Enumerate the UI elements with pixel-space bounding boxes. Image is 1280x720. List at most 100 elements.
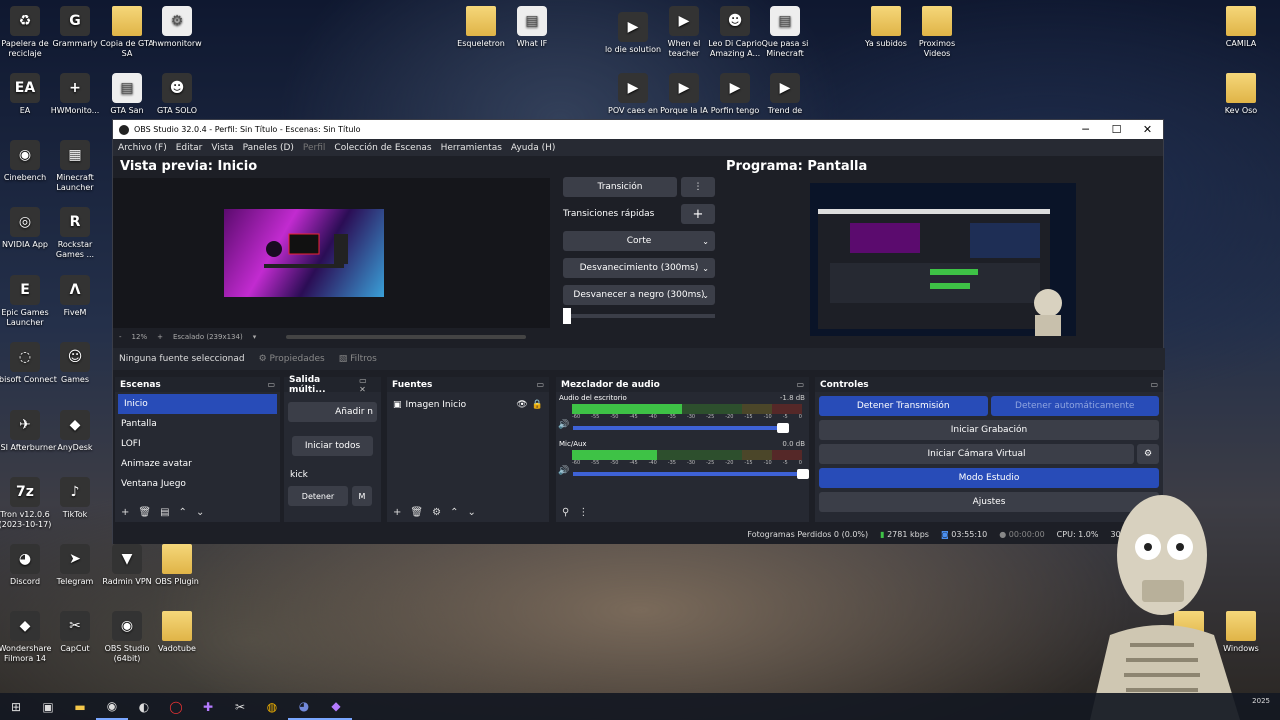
menu-editar[interactable]: Editar: [176, 143, 203, 153]
obs-taskbar-icon[interactable]: ◉: [96, 693, 128, 720]
filter-icon[interactable]: ▤: [160, 507, 169, 518]
desktop-icon[interactable]: R Rockstar Games ...: [43, 207, 107, 260]
delete-icon[interactable]: 🗑: [138, 507, 151, 518]
undock-icon[interactable]: ▭: [267, 380, 275, 389]
scene-item-ventana-juego[interactable]: Ventana Juego: [115, 474, 280, 494]
start-icon[interactable]: ⊞: [0, 693, 32, 720]
stop-stream-button[interactable]: Detener Transmisión: [819, 396, 988, 416]
menu-herramientas[interactable]: Herramientas: [441, 143, 502, 153]
desktop-icon[interactable]: ☻ GTA SOLO: [145, 73, 209, 116]
filters-button[interactable]: ▧ Filtros: [339, 354, 377, 364]
transition-button[interactable]: Transición: [563, 177, 677, 197]
undock-icon[interactable]: ▭: [536, 380, 544, 389]
desktop-icon[interactable]: ▤ What IF: [500, 6, 564, 49]
menu-vista[interactable]: Vista: [211, 143, 233, 153]
opera-icon[interactable]: ◯: [160, 693, 192, 720]
transition-cut[interactable]: Corte ⌄: [563, 231, 715, 251]
undock-icon[interactable]: ▭: [1150, 380, 1158, 389]
move-down-icon[interactable]: ⌄: [467, 507, 475, 518]
gear-icon[interactable]: ⚙: [432, 507, 441, 518]
add-icon[interactable]: +: [121, 507, 129, 518]
chevron-down-icon[interactable]: ▾: [253, 333, 257, 341]
desktop-icon[interactable]: Kev Oso: [1209, 73, 1273, 116]
zoom-minus-button[interactable]: -: [119, 333, 122, 341]
gamepad-icon[interactable]: ✚: [192, 693, 224, 720]
status-bar: Fotogramas Perdidos 0 (0.0%) ▮ 2781 kbps…: [113, 524, 1165, 544]
scene-item-lofi[interactable]: LOFI: [115, 434, 280, 454]
scene-item-pantalla[interactable]: Pantalla: [115, 414, 280, 434]
lock-icon[interactable]: 🔒: [532, 400, 543, 410]
transition-fade-black[interactable]: Desvanecer a negro (300ms) ⌄: [563, 285, 715, 305]
volume-slider[interactable]: [573, 469, 810, 479]
title-bar[interactable]: OBS Studio 32.0.4 - Perfil: Sin Título -…: [113, 120, 1163, 139]
source-item[interactable]: ▣ Imagen Inicio 👁 🔒: [387, 395, 549, 415]
capcut-taskbar-icon[interactable]: ✂: [224, 693, 256, 720]
scene-item-animaze[interactable]: Animaze avatar: [115, 454, 280, 474]
scale-label[interactable]: Escalado (239x134): [173, 333, 243, 341]
move-up-icon[interactable]: ⌃: [179, 507, 187, 518]
properties-button[interactable]: ⚙ Propiedades: [259, 354, 325, 364]
start-virtual-camera-button[interactable]: Iniciar Cámara Virtual: [819, 444, 1134, 464]
close-icon[interactable]: ▭ ✕: [359, 376, 376, 394]
desktop-icon[interactable]: ☺ Games: [43, 342, 107, 385]
menu-coleccion[interactable]: Colección de Escenas: [334, 143, 431, 153]
undock-icon[interactable]: ▭: [796, 380, 804, 389]
desktop-icon[interactable]: OBS Plugin: [145, 544, 209, 587]
channel-db: -1.8 dB: [779, 394, 805, 402]
volume-slider[interactable]: [573, 423, 790, 433]
more-vertical-icon[interactable]: ⋮: [681, 177, 715, 197]
file-explorer-icon[interactable]: ▬: [64, 693, 96, 720]
task-view-icon[interactable]: ▣: [32, 693, 64, 720]
more-vertical-icon[interactable]: ⋮: [578, 507, 588, 518]
add-icon[interactable]: +: [393, 507, 401, 518]
move-down-icon[interactable]: ⌄: [196, 507, 204, 518]
desktop-icon[interactable]: CAMILA: [1209, 6, 1273, 49]
stop-auto-button[interactable]: Detener automáticamente: [990, 396, 1159, 416]
preview-canvas[interactable]: [113, 178, 550, 328]
link-icon[interactable]: ⚲: [562, 507, 569, 518]
desktop-icon[interactable]: ▤ Que pasa si Minecraft: [753, 6, 817, 59]
maximize-button[interactable]: ☐: [1101, 123, 1132, 136]
program-canvas: [810, 183, 1076, 336]
desktop-icon[interactable]: Proximos Videos: [905, 6, 969, 59]
menu-archivo[interactable]: Archivo (F): [118, 143, 167, 153]
menu-perfil[interactable]: Perfil: [303, 143, 326, 153]
zoom-plus-button[interactable]: +: [157, 333, 163, 341]
transition-fade[interactable]: Desvanecimiento (300ms) ⌄: [563, 258, 715, 278]
desktop-icon-label: What IF: [516, 39, 548, 48]
steam-icon[interactable]: ◐: [128, 693, 160, 720]
minimize-button[interactable]: ─: [1070, 123, 1101, 136]
desktop-icon[interactable]: ▶ Trend de: [753, 73, 817, 116]
stop-output-button[interactable]: Detener: [288, 486, 348, 506]
desktop-icon[interactable]: ⚙ hwmonitorw: [145, 6, 209, 49]
desktop-icon[interactable]: Λ FiveM: [43, 275, 107, 318]
system-tray[interactable]: 2025: [1252, 697, 1270, 706]
meter-tick-label: -25: [706, 460, 715, 466]
desktop-icon[interactable]: ◆ AnyDesk: [43, 410, 107, 453]
speaker-icon[interactable]: 🔊: [558, 420, 569, 430]
move-up-icon[interactable]: ⌃: [450, 507, 458, 518]
add-quick-transition-button[interactable]: +: [681, 204, 715, 224]
gear-icon[interactable]: ⚙: [1137, 444, 1159, 464]
speaker-icon[interactable]: 🔊: [558, 466, 569, 476]
preview-scrollbar[interactable]: [286, 334, 527, 339]
desktop-icon[interactable]: ♪ TikTok: [43, 477, 107, 520]
desktop-icon[interactable]: ▦ Minecraft Launcher: [43, 140, 107, 193]
visibility-icon[interactable]: 👁: [516, 400, 527, 410]
scene-item-inicio[interactable]: Inicio: [118, 394, 277, 414]
menu-ayuda[interactable]: Ayuda (H): [511, 143, 555, 153]
desktop-icon[interactable]: Vadotube: [145, 611, 209, 654]
chrome-icon[interactable]: ◍: [256, 693, 288, 720]
start-recording-button[interactable]: Iniciar Grabación: [819, 420, 1159, 440]
close-button[interactable]: ✕: [1132, 123, 1163, 136]
app-taskbar-icon[interactable]: ◆: [320, 693, 352, 720]
add-output-button[interactable]: Añadir n: [288, 402, 377, 422]
discord-taskbar-icon[interactable]: ◕: [288, 693, 320, 720]
obs-window[interactable]: OBS Studio 32.0.4 - Perfil: Sin Título -…: [112, 119, 1165, 544]
file-icon: ▤: [770, 6, 800, 36]
tbar-slider[interactable]: [563, 308, 715, 324]
delete-icon[interactable]: 🗑: [410, 507, 423, 518]
menu-paneles[interactable]: Paneles (D): [243, 143, 294, 153]
start-all-button[interactable]: Iniciar todos: [292, 436, 373, 456]
more-output-button[interactable]: M: [352, 486, 372, 506]
